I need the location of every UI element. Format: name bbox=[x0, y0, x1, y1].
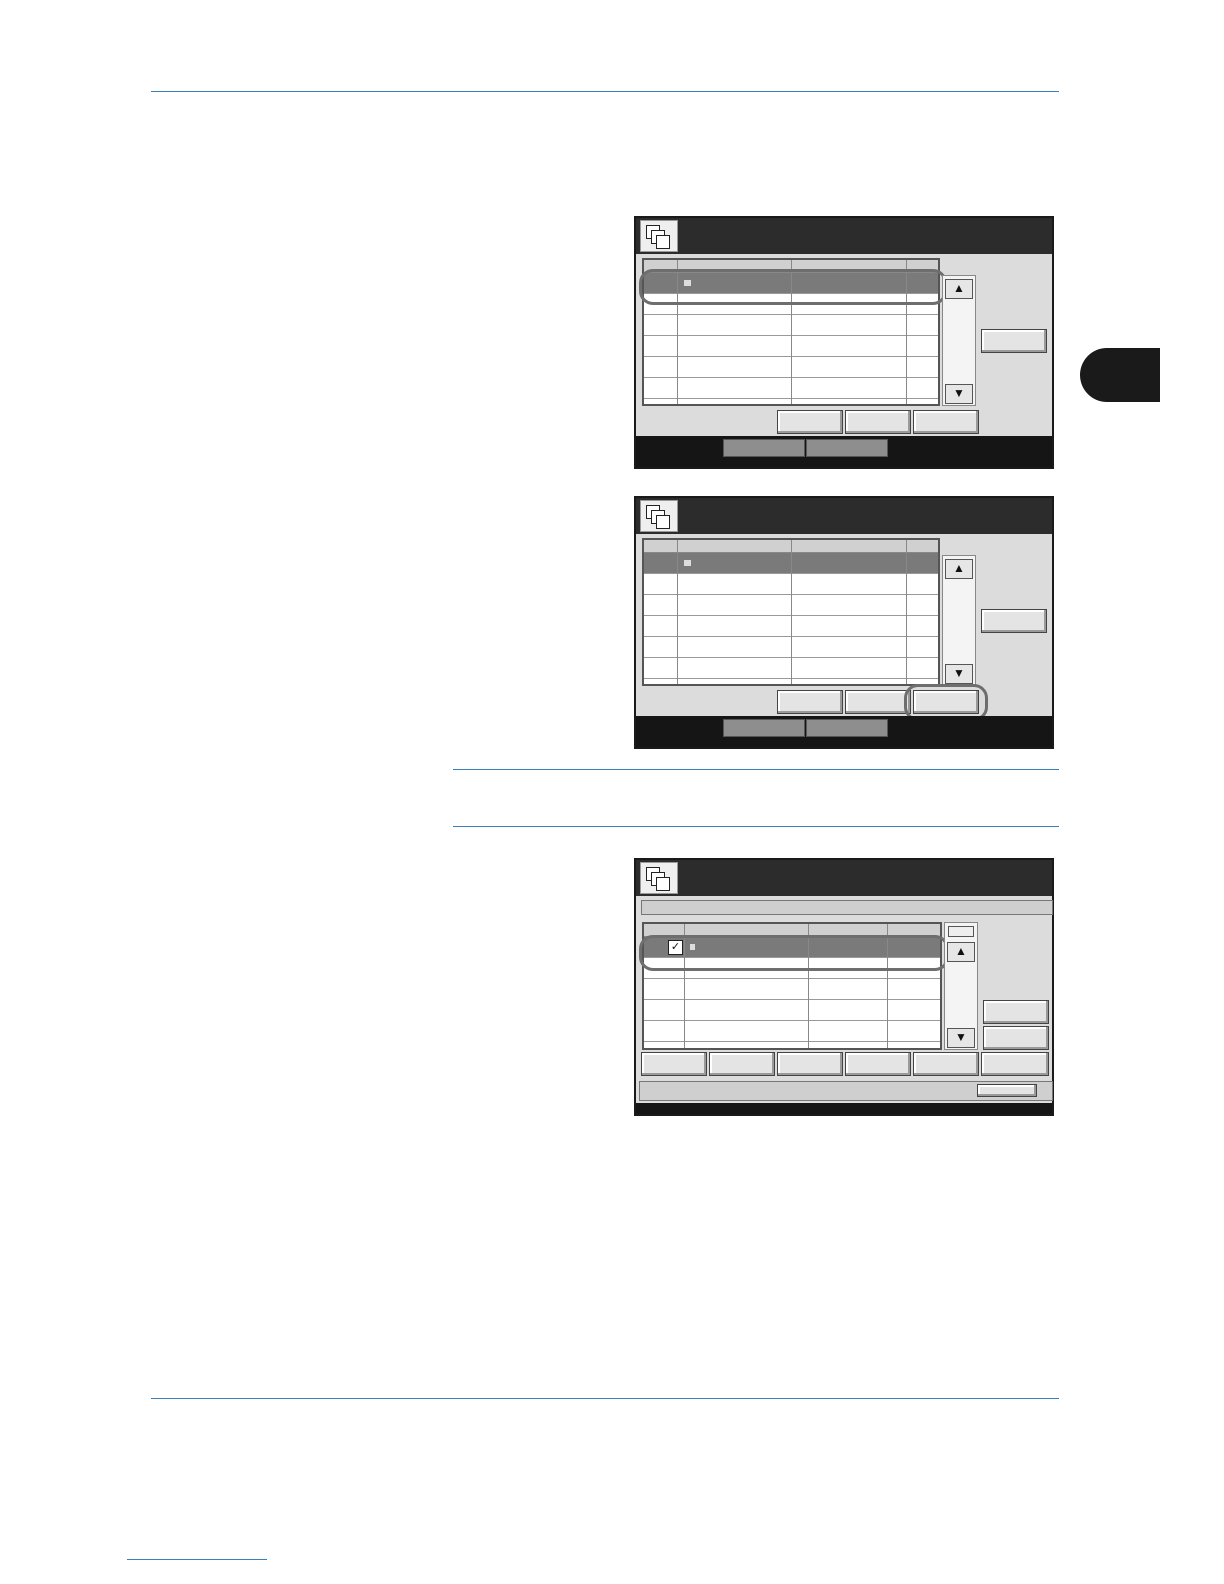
title-bar bbox=[636, 218, 1052, 254]
action-button-5[interactable] bbox=[913, 1052, 979, 1076]
side-button[interactable] bbox=[981, 329, 1047, 353]
bottom-tab-1[interactable] bbox=[723, 719, 805, 737]
title-bar bbox=[636, 860, 1052, 896]
scroll-down-icon[interactable]: ▼ bbox=[945, 664, 973, 684]
screen-box-list-2: ▲ ▼ bbox=[634, 496, 1054, 749]
action-button-6[interactable] bbox=[981, 1052, 1049, 1076]
action-button-3[interactable] bbox=[777, 1052, 843, 1076]
table-row[interactable] bbox=[644, 1021, 940, 1042]
scrollbar[interactable]: ▲ ▼ bbox=[942, 555, 976, 686]
selection-highlight bbox=[639, 269, 947, 305]
close-button[interactable] bbox=[977, 1084, 1037, 1097]
side-button-2[interactable] bbox=[983, 1026, 1049, 1050]
action-button-1[interactable] bbox=[777, 690, 843, 714]
document-box-icon bbox=[640, 220, 678, 252]
scroll-down-icon[interactable]: ▼ bbox=[945, 384, 973, 404]
bottom-bar bbox=[636, 1103, 1052, 1114]
bottom-tab-2[interactable] bbox=[806, 719, 888, 737]
action-button-3[interactable] bbox=[913, 410, 979, 434]
bottom-tab-2[interactable] bbox=[806, 439, 888, 457]
box-list-table bbox=[642, 538, 940, 686]
scrollbar[interactable]: ▲ ▼ bbox=[944, 922, 978, 1050]
screen-box-list-1: ▲ ▼ bbox=[634, 216, 1054, 469]
side-button-1[interactable] bbox=[983, 1000, 1049, 1024]
screen-document-list: ✓ ▲ ▼ bbox=[634, 858, 1054, 1116]
selection-highlight bbox=[639, 935, 949, 971]
action-button-2[interactable] bbox=[845, 410, 911, 434]
box-icon bbox=[684, 560, 691, 566]
action-button-1[interactable] bbox=[641, 1052, 707, 1076]
scroll-up-icon[interactable]: ▲ bbox=[945, 559, 973, 579]
header-rule bbox=[151, 91, 1059, 92]
path-bar bbox=[641, 900, 1053, 915]
chapter-tab bbox=[1080, 348, 1160, 402]
footer-rule bbox=[151, 1398, 1059, 1399]
action-button-4[interactable] bbox=[845, 1052, 911, 1076]
table-row[interactable] bbox=[644, 979, 940, 1000]
side-button[interactable] bbox=[981, 609, 1047, 633]
scrollbar[interactable]: ▲ ▼ bbox=[942, 275, 976, 406]
bottom-tab-1[interactable] bbox=[723, 439, 805, 457]
scroll-up-icon[interactable]: ▲ bbox=[945, 279, 973, 299]
scroll-up-icon[interactable]: ▲ bbox=[947, 942, 975, 962]
note-bottom-rule bbox=[453, 826, 1059, 827]
scroll-down-icon[interactable]: ▼ bbox=[947, 1028, 975, 1048]
note-top-rule bbox=[453, 769, 1059, 770]
document-box-icon bbox=[640, 862, 678, 894]
action-button-2[interactable] bbox=[845, 690, 911, 714]
document-box-icon bbox=[640, 500, 678, 532]
view-toggle-icon[interactable] bbox=[948, 926, 974, 937]
title-bar bbox=[636, 498, 1052, 534]
action-button-1[interactable] bbox=[777, 410, 843, 434]
footer-link-underline bbox=[127, 1559, 267, 1560]
action-button-2[interactable] bbox=[709, 1052, 775, 1076]
table-row[interactable] bbox=[644, 1000, 940, 1021]
